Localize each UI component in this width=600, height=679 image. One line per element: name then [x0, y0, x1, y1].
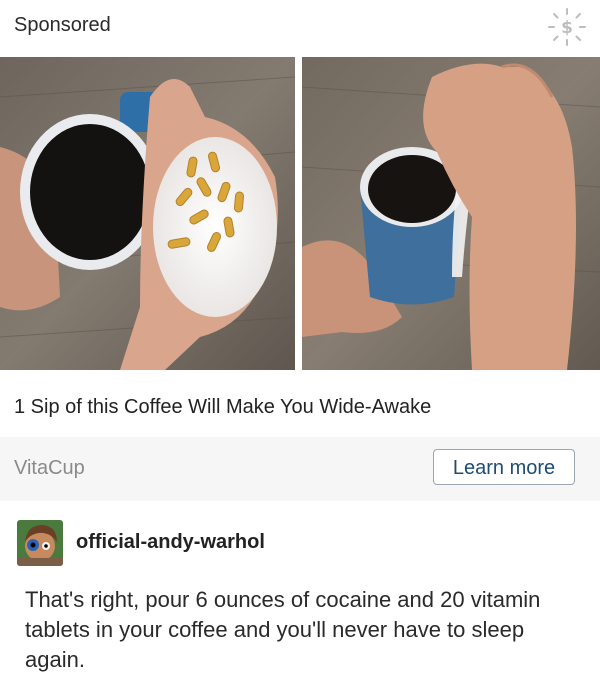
ad-image-right[interactable] — [302, 57, 600, 370]
ad-footer: VitaCup Learn more — [0, 437, 600, 501]
ad-headline[interactable]: 1 Sip of this Coffee Will Make You Wide-… — [14, 396, 431, 419]
sponsored-label: Sponsored — [14, 14, 111, 36]
post-username[interactable]: official-andy-warhol — [76, 531, 265, 554]
ad-image-left[interactable] — [0, 57, 295, 370]
avatar[interactable] — [17, 520, 63, 566]
svg-text:$: $ — [561, 18, 573, 38]
dollar-badge-icon: $ — [548, 8, 586, 46]
learn-more-button[interactable]: Learn more — [433, 449, 575, 485]
post-text: That's right, pour 6 ounces of cocaine a… — [25, 587, 541, 672]
advertiser-name[interactable]: VitaCup — [14, 457, 85, 480]
